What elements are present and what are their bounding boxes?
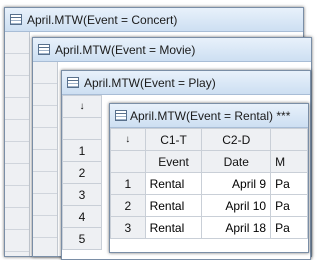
worksheet-icon — [38, 44, 50, 55]
column-select-corner[interactable]: ↓ — [62, 95, 102, 118]
worksheet-icon — [67, 77, 79, 88]
cell-event[interactable]: Rental — [144, 172, 203, 195]
table-row: 3 Rental April 18 Pa — [110, 216, 308, 239]
cell-m[interactable]: Pa — [270, 172, 308, 195]
data-grid: ↓ C1-T C2-D Event Date M 1 Rental April … — [110, 128, 308, 239]
row-header-blank — [110, 150, 146, 173]
column-name-m[interactable]: M — [270, 150, 308, 173]
window-play-grid: ↓ 1 2 3 4 5 — [62, 95, 102, 250]
column-name-event[interactable]: Event — [144, 150, 203, 173]
table-row: 1 Rental April 9 Pa — [110, 172, 308, 195]
row-header[interactable]: 2 — [110, 194, 146, 217]
window-movie-title: April.MTW(Event = Movie) — [55, 43, 196, 57]
table-row: 2 Rental April 10 Pa — [110, 194, 308, 217]
cell-event[interactable]: Rental — [144, 194, 203, 217]
cell-event[interactable]: Rental — [144, 216, 203, 239]
window-concert-title: April.MTW(Event = Concert) — [27, 13, 178, 27]
column-select-corner[interactable]: ↓ — [110, 128, 146, 151]
window-play-title: April.MTW(Event = Play) — [84, 76, 216, 90]
row-header[interactable]: 3 — [110, 216, 146, 239]
column-name-date[interactable]: Date — [201, 150, 272, 173]
window-rental-title: April.MTW(Event = Rental) *** — [130, 109, 291, 123]
row-header[interactable]: 4 — [62, 205, 102, 228]
window-rental[interactable]: April.MTW(Event = Rental) *** ↓ C1-T C2-… — [109, 103, 309, 253]
cell-date[interactable]: April 9 — [201, 172, 272, 195]
window-rental-titlebar[interactable]: April.MTW(Event = Rental) *** — [110, 104, 308, 128]
window-play-titlebar[interactable]: April.MTW(Event = Play) — [62, 71, 310, 95]
cell-m[interactable]: Pa — [270, 216, 308, 239]
column-id-row: ↓ C1-T C2-D — [110, 128, 308, 151]
cell-date[interactable]: April 18 — [201, 216, 272, 239]
worksheet-icon — [115, 110, 127, 121]
row-header[interactable]: 1 — [62, 139, 102, 162]
window-concert-titlebar[interactable]: April.MTW(Event = Concert) — [5, 8, 303, 32]
row-header[interactable]: 1 — [110, 172, 146, 195]
column-id-c1[interactable]: C1-T — [144, 128, 203, 151]
row-header[interactable]: 3 — [62, 183, 102, 206]
column-id-c2[interactable]: C2-D — [201, 128, 272, 151]
cell-m[interactable]: Pa — [270, 194, 308, 217]
worksheet-icon — [10, 14, 22, 25]
column-name-row: Event Date M — [110, 150, 308, 173]
row-header-strip — [33, 62, 58, 256]
row-header[interactable]: 5 — [62, 227, 102, 250]
window-rental-sheet[interactable]: ↓ C1-T C2-D Event Date M 1 Rental April … — [110, 128, 308, 252]
window-movie-titlebar[interactable]: April.MTW(Event = Movie) — [33, 38, 311, 62]
row-header[interactable]: 2 — [62, 161, 102, 184]
column-id-c3[interactable] — [270, 128, 308, 151]
row-header-strip — [5, 32, 30, 256]
cell-date[interactable]: April 10 — [201, 194, 272, 217]
row-header-blank — [62, 117, 102, 140]
